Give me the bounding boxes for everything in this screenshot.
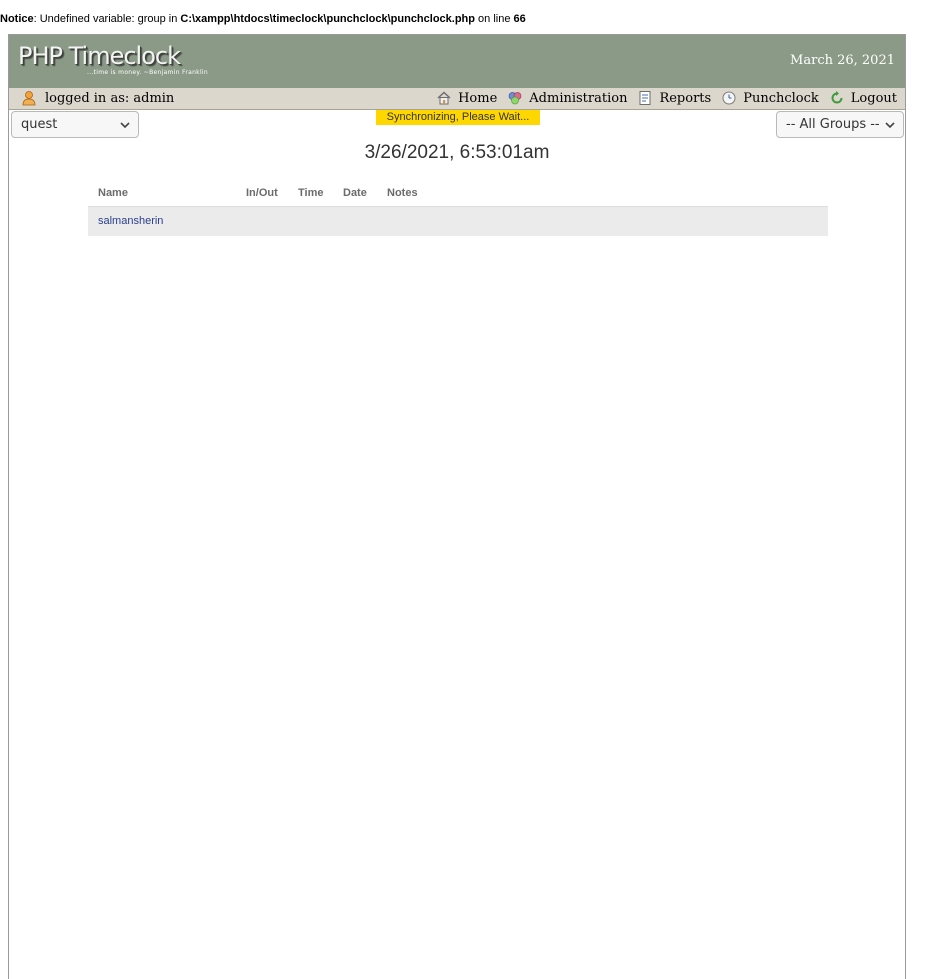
menu-punchclock[interactable]: Punchclock xyxy=(721,90,819,106)
table-row[interactable]: salmansherin xyxy=(88,207,828,236)
login-status: logged in as: admin xyxy=(21,90,174,106)
column-header-in-out[interactable]: In/Out xyxy=(246,187,278,199)
column-header-name[interactable]: Name xyxy=(98,187,128,199)
all-groups-select[interactable]: -- All Groups -- xyxy=(776,111,904,138)
php-notice: Notice: Undefined variable: group in C:\… xyxy=(0,13,526,25)
chevron-down-icon xyxy=(120,122,130,129)
notice-message: : Undefined variable: group in xyxy=(33,13,181,25)
menu-reports-label: Reports xyxy=(659,90,712,106)
notice-label: Notice xyxy=(0,13,34,25)
group-select-value: quest xyxy=(21,117,58,132)
user-icon xyxy=(22,91,36,106)
column-header-date[interactable]: Date xyxy=(343,187,367,199)
menu-administration[interactable]: Administration xyxy=(507,90,627,106)
timeclock-frame: PHP Timeclock ...time is money. ~Benjami… xyxy=(8,34,906,979)
app-logo[interactable]: PHP Timeclock xyxy=(18,42,181,70)
notice-path: C:\xampp\htdocs\timeclock\punchclock\pun… xyxy=(180,13,475,25)
employee-name[interactable]: salmansherin xyxy=(98,215,163,227)
menu-administration-label: Administration xyxy=(529,90,628,106)
menu-home-label: Home xyxy=(458,90,498,106)
group-select[interactable]: quest xyxy=(11,111,139,138)
home-icon xyxy=(437,91,451,105)
logo-tagline: ...time is money. ~Benjamin Franklin xyxy=(87,69,208,76)
menu-home[interactable]: Home xyxy=(436,90,497,106)
header-banner: PHP Timeclock ...time is money. ~Benjami… xyxy=(9,35,905,89)
admin-icon xyxy=(508,92,522,105)
login-text: logged in as: admin xyxy=(45,90,175,106)
menu-reports[interactable]: Reports xyxy=(637,90,711,106)
main-menu: Home Administration Reports Punchclock L… xyxy=(426,90,897,106)
column-header-notes[interactable]: Notes xyxy=(387,187,418,199)
clock-icon xyxy=(722,91,736,105)
all-groups-select-value: -- All Groups -- xyxy=(786,117,880,132)
sync-status-banner: Synchronizing, Please Wait... xyxy=(376,110,540,125)
punch-status-table: Name In/Out Time Date Notes salmansherin xyxy=(88,179,828,236)
notice-on-line: on line xyxy=(475,13,514,25)
current-datetime: 3/26/2021, 6:53:01am xyxy=(364,142,550,163)
chevron-down-icon xyxy=(885,122,895,129)
menu-logout[interactable]: Logout xyxy=(829,90,897,106)
navbar: logged in as: admin Home Administration xyxy=(9,88,905,110)
menu-logout-label: Logout xyxy=(850,90,897,106)
menu-punchclock-label: Punchclock xyxy=(743,90,819,106)
column-header-time[interactable]: Time xyxy=(298,187,323,199)
notice-line-number: 66 xyxy=(513,13,526,25)
table-header-row: Name In/Out Time Date Notes xyxy=(88,179,828,207)
logout-icon xyxy=(831,91,843,104)
header-date: March 26, 2021 xyxy=(790,53,895,68)
report-icon xyxy=(639,91,651,105)
